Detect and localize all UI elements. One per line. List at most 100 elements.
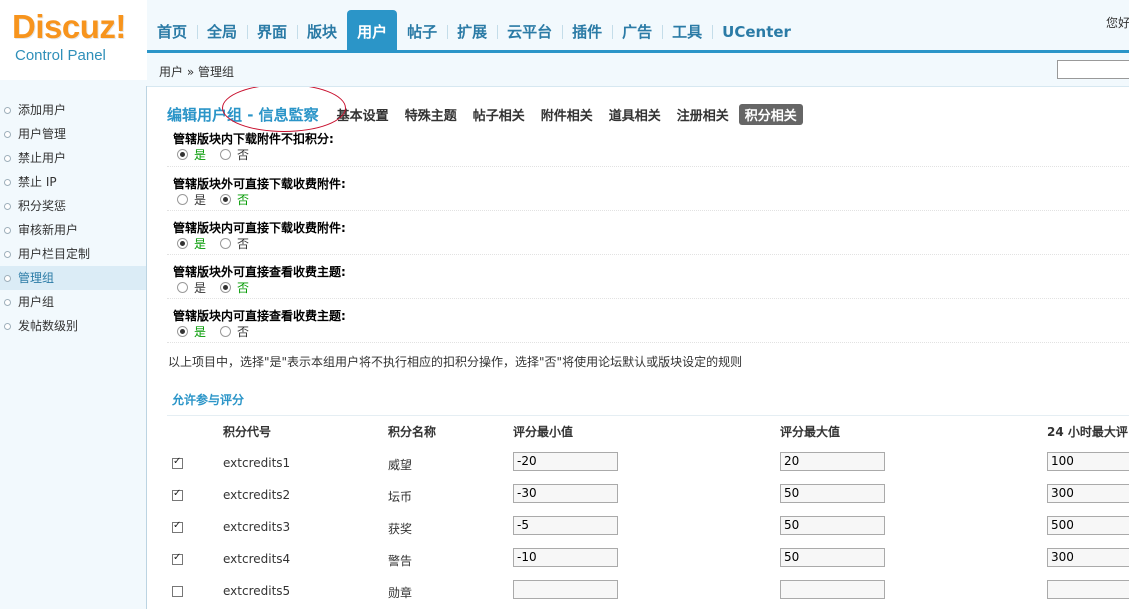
sidebar-item-6[interactable]: 用户栏目定制 — [0, 242, 146, 266]
col-header-min: 评分最小值 — [513, 425, 574, 439]
table-row: extcredits1 威望 -20 20 100 — [167, 449, 1129, 481]
nav-tab-7[interactable]: 云平台 — [497, 10, 562, 50]
radio-no[interactable] — [220, 326, 232, 337]
sidebar: 添加用户 用户管理 禁止用户 禁止 IP 积分奖惩 审核新用户 用户栏目定制 管理组 用户组 发帖… — [0, 86, 147, 609]
min-value-input[interactable]: -30 — [513, 484, 618, 503]
max24-value-input[interactable]: 300 — [1047, 548, 1129, 567]
breadcrumb: 用户 » 管理组 — [159, 65, 234, 79]
radio-yes-label: 是 — [194, 281, 207, 295]
radio-yes[interactable] — [177, 149, 188, 160]
subtab-1[interactable]: 特殊主题 — [399, 104, 463, 125]
subtab-2[interactable]: 帖子相关 — [467, 104, 531, 125]
setting-options: 是否 — [177, 235, 263, 252]
credit-code: extcredits3 — [223, 520, 291, 534]
credit-name: 获奖 — [388, 522, 413, 536]
row-checkbox[interactable] — [172, 520, 183, 533]
radio-no[interactable] — [220, 238, 232, 249]
row-checkbox[interactable] — [172, 488, 183, 501]
radio-yes[interactable] — [177, 194, 188, 205]
title-row: 编辑用户组 - 信息監察 基本设置 特殊主题 帖子相关 附件相关 道具相关 注册相关 积分相… — [167, 103, 807, 125]
col-header-max24: 24 小时最大评 — [1047, 425, 1128, 439]
sidebar-item-5[interactable]: 审核新用户 — [0, 218, 146, 242]
max24-value-input[interactable]: 300 — [1047, 484, 1129, 503]
radio-no-label: 否 — [237, 193, 250, 207]
setting-row-4: 管辖版块内可直接查看收费主题: 是否 — [167, 299, 1129, 343]
sidebar-item-0[interactable]: 添加用户 — [0, 98, 146, 122]
min-value-input[interactable]: -10 — [513, 548, 618, 567]
sidebar-item-7[interactable]: 管理组 — [0, 266, 146, 290]
row-checkbox[interactable] — [172, 456, 183, 469]
sidebar-item-2[interactable]: 禁止用户 — [0, 146, 146, 170]
max-value-input[interactable]: 50 — [780, 548, 885, 567]
min-value-input[interactable]: -5 — [513, 516, 618, 535]
sidebar-item-9[interactable]: 发帖数级别 — [0, 314, 146, 338]
nav-tab-4[interactable]: 用户 — [347, 10, 398, 50]
setting-row-3: 管辖版块外可直接查看收费主题: 是否 — [167, 255, 1129, 299]
radio-yes[interactable] — [177, 326, 188, 337]
nav-tab-1[interactable]: 全局 — [197, 10, 247, 50]
sidebar-item-4[interactable]: 积分奖惩 — [0, 194, 146, 218]
nav-tab-0[interactable]: 首页 — [147, 10, 197, 50]
credit-name: 勋章 — [388, 586, 413, 600]
setting-options: 是否 — [177, 279, 263, 296]
sidebar-menu: 添加用户 用户管理 禁止用户 禁止 IP 积分奖惩 审核新用户 用户栏目定制 管理组 用户组 发帖… — [0, 86, 146, 338]
radio-yes[interactable] — [177, 282, 188, 293]
radio-no[interactable] — [220, 149, 232, 160]
setting-row-1: 管辖版块外可直接下载收费附件: 是否 — [167, 167, 1129, 211]
rating-section-header: 允许参与评分 — [167, 385, 1129, 416]
subtab-5[interactable]: 注册相关 — [671, 104, 735, 125]
col-header-code: 积分代号 — [223, 425, 272, 439]
nav-tab-6[interactable]: 扩展 — [447, 10, 497, 50]
table-row: extcredits3 获奖 -5 50 500 — [167, 513, 1129, 545]
main-content: 编辑用户组 - 信息監察 基本设置 特殊主题 帖子相关 附件相关 道具相关 注册相关 积分相… — [147, 87, 1129, 609]
radio-no[interactable] — [220, 282, 232, 293]
setting-row-2: 管辖版块内可直接下载收费附件: 是否 — [167, 211, 1129, 255]
max24-value-input[interactable]: 100 — [1047, 452, 1129, 471]
subtabs: 基本设置 特殊主题 帖子相关 附件相关 道具相关 注册相关 积分相关 — [331, 103, 807, 125]
nav-tab-5[interactable]: 帖子 — [397, 10, 447, 50]
max24-value-input[interactable]: 500 — [1047, 516, 1129, 535]
credit-name: 警告 — [388, 554, 413, 568]
max24-value-input[interactable] — [1047, 580, 1129, 599]
max-value-input[interactable]: 50 — [780, 516, 885, 535]
setting-label: 管辖版块内可直接查看收费主题: — [173, 309, 346, 323]
radio-yes-label: 是 — [194, 148, 207, 162]
nav-tab-9[interactable]: 广告 — [612, 10, 662, 50]
radio-no[interactable] — [220, 194, 232, 205]
credit-code: extcredits4 — [223, 552, 291, 566]
radio-yes-label: 是 — [194, 193, 207, 207]
logo-brand: Discuz! — [12, 8, 126, 45]
subtab-6[interactable]: 积分相关 — [738, 103, 803, 125]
user-greeting: 您好 — [1106, 16, 1129, 30]
sidebar-item-1[interactable]: 用户管理 — [0, 122, 146, 146]
logo[interactable]: Discuz! Control Panel — [0, 0, 147, 80]
search-input[interactable] — [1057, 60, 1129, 79]
subtab-3[interactable]: 附件相关 — [535, 104, 599, 125]
row-checkbox[interactable] — [172, 586, 183, 597]
main-nav: 首页 全局 界面 版块 用户 帖子 扩展 云平台 插件 广告 工具 UCenter — [147, 10, 801, 50]
radio-no-label: 否 — [237, 281, 250, 295]
nav-tab-2[interactable]: 界面 — [247, 10, 297, 50]
nav-tab-8[interactable]: 插件 — [562, 10, 612, 50]
radio-no-label: 否 — [237, 325, 250, 339]
max-value-input[interactable] — [780, 580, 885, 599]
max-value-input[interactable]: 50 — [780, 484, 885, 503]
row-checkbox[interactable] — [172, 552, 183, 565]
table-row: extcredits2 坛币 -30 50 300 — [167, 481, 1129, 513]
subtab-4[interactable]: 道具相关 — [603, 104, 667, 125]
sidebar-item-3[interactable]: 禁止 IP — [0, 170, 146, 194]
radio-yes[interactable] — [177, 238, 188, 249]
nav-tab-3[interactable]: 版块 — [297, 10, 347, 50]
subtab-0[interactable]: 基本设置 — [331, 104, 395, 125]
min-value-input[interactable] — [513, 580, 618, 599]
radio-no-label: 否 — [237, 237, 250, 251]
top-header: Discuz! Control Panel 首页 全局 界面 版块 用户 帖子 扩展 云平台插… — [0, 0, 1129, 87]
setting-row-0: 管辖版块内下载附件不扣积分: 是否 — [167, 132, 1129, 167]
sidebar-item-8[interactable]: 用户组 — [0, 290, 146, 314]
rating-section-title: 允许参与评分 — [172, 393, 245, 407]
max-value-input[interactable]: 20 — [780, 452, 885, 471]
nav-tab-10[interactable]: 工具 — [662, 10, 712, 50]
logo-subtitle: Control Panel — [15, 47, 106, 64]
min-value-input[interactable]: -20 — [513, 452, 618, 471]
nav-tab-11[interactable]: UCenter — [712, 10, 801, 50]
